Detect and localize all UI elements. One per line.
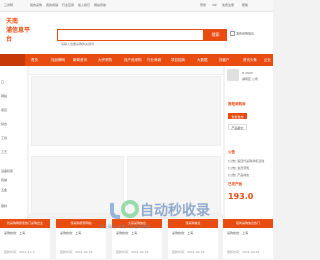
watermark-text: 自动秒收录 xyxy=(140,203,210,219)
info-card[interactable]: 找采购网搜索热门采购企业 采购热线：上海 更新时间：2021-12-3 xyxy=(0,219,50,259)
sidebar-item[interactable]: 综合 xyxy=(1,122,7,126)
notice-item[interactable]: [公告] 第四代采购商机活动 xyxy=(228,159,264,163)
info-card[interactable]: 招商采购信息热门 采购热线：上海 更新时间：2021-09-25 xyxy=(223,219,273,259)
publish-free-button[interactable]: 免费发布 xyxy=(228,113,247,119)
card-line: 采购热线：上海 xyxy=(172,231,194,235)
top-bar: 三省网 我的采购 我的商铺 行业应用 加入我们 网站导航 登录 VIP 免费注册… xyxy=(0,0,273,12)
card-line: 采购热线：上海 xyxy=(4,231,26,235)
top-link-industry[interactable]: 行业应用 xyxy=(62,3,74,7)
card-date: 更新时间：2021-09-25 xyxy=(60,250,93,254)
section-products: 已发产品 xyxy=(228,182,242,186)
notice-item[interactable]: [公告] 会员须知 xyxy=(228,166,249,170)
product-price: 193.0 xyxy=(228,192,254,201)
card-date: 更新时间：2021-09-25 xyxy=(116,250,149,254)
logo-line2: 浦信息平台 xyxy=(6,27,31,43)
nav-item[interactable]: 行业商城 xyxy=(147,58,161,63)
top-left-link[interactable]: 三省网 xyxy=(4,3,13,7)
top-link-help[interactable]: 帮助 xyxy=(242,3,248,7)
category-menu-button[interactable] xyxy=(0,54,25,66)
sidebar-item[interactable]: 钢材 xyxy=(1,204,7,208)
publish-link[interactable]: 发布采购信息 xyxy=(230,31,254,36)
top-link-vip[interactable]: VIP xyxy=(212,3,217,7)
top-link-purchase[interactable]: 我的采购 xyxy=(30,3,42,7)
content-banner xyxy=(29,66,223,75)
user-name: H 2020 xyxy=(242,71,253,75)
card-line: 采购热线：上海 xyxy=(227,231,249,235)
sidebar-item[interactable]: 机械 xyxy=(1,178,7,182)
nav-item[interactable]: 资讯头条 xyxy=(243,58,257,63)
notice-item[interactable]: [公告] 产品动态 xyxy=(228,173,249,177)
nav-item[interactable]: 大数据 xyxy=(197,58,208,63)
section-notice: 公告 xyxy=(228,150,235,154)
nav-item[interactable]: 企业 xyxy=(264,58,271,63)
top-link-join[interactable]: 加入我们 xyxy=(78,3,90,7)
search-button[interactable]: 搜索 xyxy=(204,29,227,41)
banner-image[interactable] xyxy=(31,76,221,146)
card-header: 招商采购信息热门 xyxy=(223,219,273,228)
sidebar-item[interactable]: 网站 xyxy=(1,94,7,98)
search-box xyxy=(57,29,204,49)
sidebar-item[interactable]: 工艺 xyxy=(1,150,7,154)
sidebar-item[interactable]: 设备机床 xyxy=(1,169,13,173)
watermark-subtext: 快上精选 来访一次 自动收录 xyxy=(100,224,151,229)
info-card[interactable]: 找采购搜索网站 采购热线：上海 更新时间：2021-09-25 xyxy=(56,219,106,259)
card-header: 找采购搜索网站 xyxy=(56,219,106,228)
sidebar-item[interactable]: 项目 xyxy=(1,108,7,112)
quote-button[interactable]: 产品报价 xyxy=(228,124,247,130)
user-sub: 湖南区 公司 xyxy=(242,77,258,81)
nav-item[interactable]: 找产品采购 xyxy=(124,58,142,63)
publish-checkbox-icon xyxy=(230,31,235,36)
main-nav: 首页 找品牌网 新闻资讯 大宗采购 找产品采购 行业商城 项目招商 大数据 找客… xyxy=(0,54,273,66)
top-link-nav[interactable]: 网站导航 xyxy=(94,3,106,7)
watermark-logo-icon xyxy=(110,200,139,219)
top-link-login[interactable]: 登录 xyxy=(200,3,206,7)
user-panel: H 2020 湖南区 公司 我是采购商 免费发布 产品报价 公告 [公告] 第四… xyxy=(225,66,273,226)
nav-item[interactable]: 新闻资讯 xyxy=(73,58,87,63)
card-date: 更新时间：2021-09-25 xyxy=(227,250,260,254)
card-line: 采购热线：上海 xyxy=(60,231,82,235)
card-date: 更新时间：2021-09-25 xyxy=(172,250,205,254)
category-sidebar: 口 网站 项目 综合 工具 工艺 设备机床 机械 五金 钢材 xyxy=(0,66,27,226)
sidebar-item[interactable]: 工具 xyxy=(1,136,7,140)
top-link-shop[interactable]: 我的商铺 xyxy=(46,3,58,7)
logo-line1: 天南 xyxy=(6,18,19,25)
nav-item[interactable]: 找客户 xyxy=(219,58,230,63)
nav-item[interactable]: 项目招商 xyxy=(171,58,185,63)
sidebar-item[interactable]: 口 xyxy=(1,80,4,84)
top-link-register[interactable]: 免费注册 xyxy=(222,3,234,7)
avatar[interactable] xyxy=(227,69,239,81)
card-line: 采购热线：上海 xyxy=(116,231,138,235)
info-card[interactable]: 找采购信息 采购热线：上海 更新时间：2021-09-25 xyxy=(168,219,218,259)
nav-item[interactable]: 首页 xyxy=(31,58,38,63)
nav-item[interactable]: 找品牌网 xyxy=(51,58,65,63)
section-buyer: 我是采购商 xyxy=(228,102,246,106)
card-header: 找采购网搜索热门采购企业 xyxy=(0,219,50,228)
card-header: 找采购信息 xyxy=(168,219,218,228)
publish-label: 发布采购信息 xyxy=(236,31,255,36)
site-logo[interactable]: 天南 浦信息平台 xyxy=(6,16,32,43)
card-date: 更新时间：2021-12-3 xyxy=(4,250,35,254)
nav-item[interactable]: 大宗采购 xyxy=(98,58,112,63)
sidebar-item[interactable]: 五金 xyxy=(1,188,7,192)
watermark: 自动秒收录 xyxy=(140,200,210,220)
